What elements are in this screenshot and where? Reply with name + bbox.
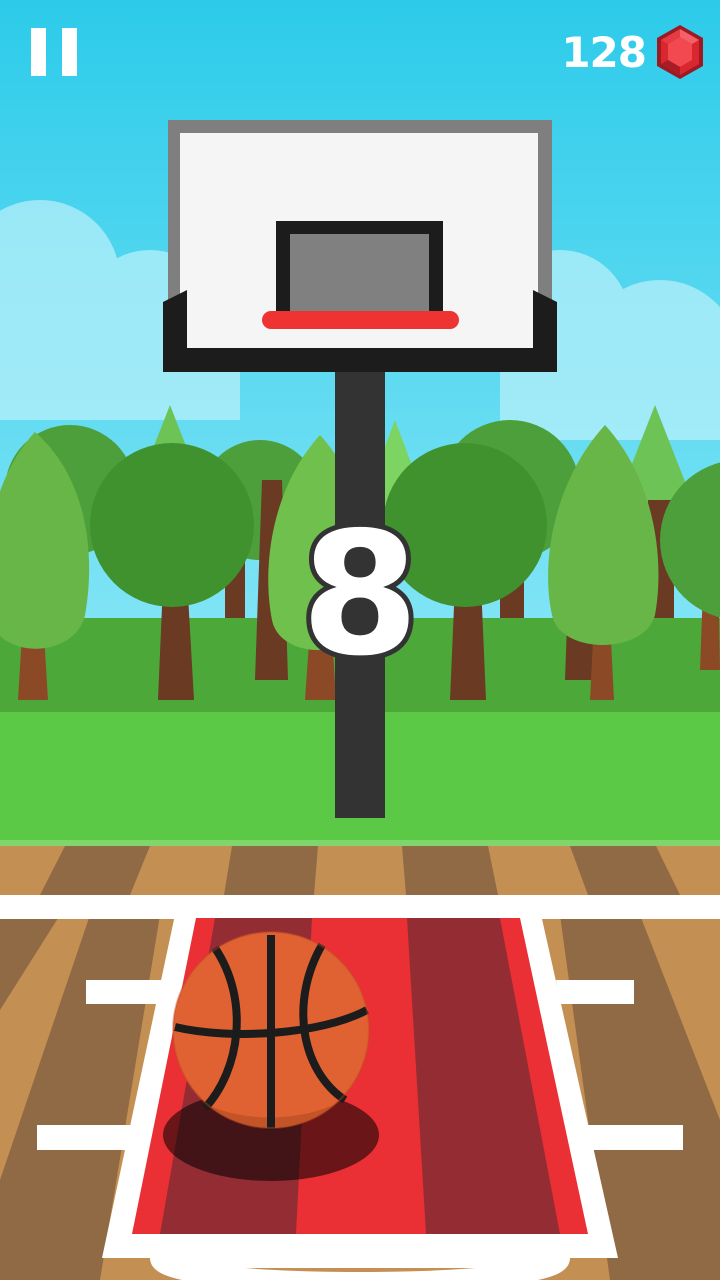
backboard bbox=[163, 120, 557, 372]
ruby-gem-icon bbox=[657, 25, 703, 79]
pause-icon bbox=[31, 28, 46, 76]
gem-count: 128 bbox=[561, 27, 647, 77]
hoop-rim bbox=[262, 311, 459, 329]
key-paint bbox=[102, 910, 618, 1280]
pause-button[interactable] bbox=[22, 22, 86, 86]
gem-counter: 128 bbox=[561, 22, 706, 82]
score-counter: 8 bbox=[296, 496, 424, 694]
game-screen[interactable]: 128 8 bbox=[0, 0, 720, 1280]
